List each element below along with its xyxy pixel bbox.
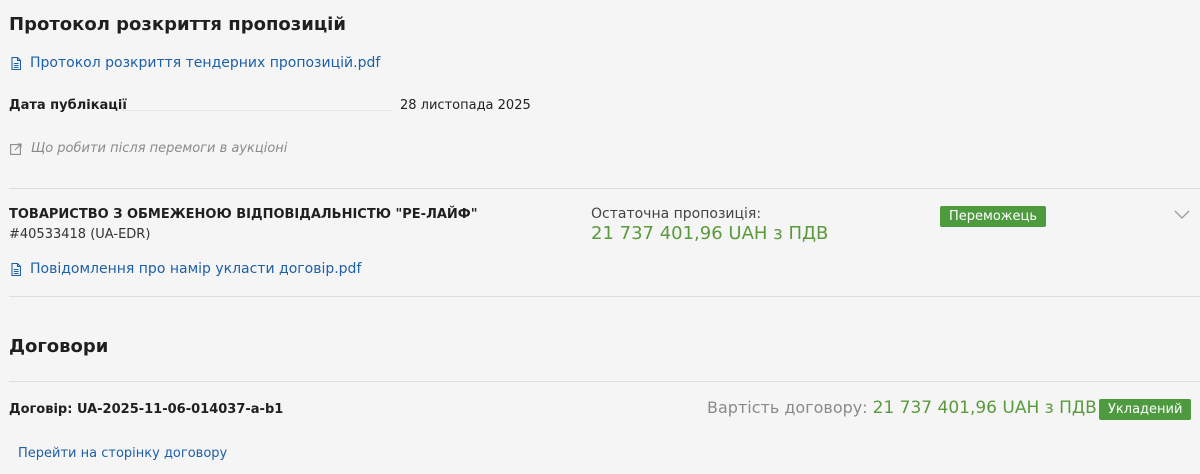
final-offer-value: 21 737 401,96 UAH з ПДВ [591, 223, 829, 244]
contract-value-row: Вартість договору: 21 737 401,96 UAH з П… [707, 398, 1097, 418]
publication-date: 28 листопада 2025 [400, 98, 531, 113]
go-to-contract-link[interactable]: Перейти на сторінку договору [18, 446, 227, 461]
contract-value-label: Вартість договору: [707, 398, 868, 417]
contracts-heading: Договори [9, 336, 109, 357]
protocol-file-link[interactable]: Протокол розкриття тендерних пропозицій.… [11, 55, 380, 71]
final-offer-label: Остаточна пропозиція: [591, 206, 762, 222]
bidder-name: ТОВАРИСТВО З ОБМЕЖЕНОЮ ВІДПОВІДАЛЬНІСТЮ … [9, 207, 478, 222]
chevron-down-icon[interactable] [1174, 205, 1190, 219]
section-divider-3 [9, 381, 1200, 382]
section-divider-1 [9, 188, 1200, 189]
bidder-edr: #40533418 (UA-EDR) [9, 227, 151, 242]
winner-badge: Переможець [940, 206, 1047, 227]
publication-label: Дата публікації [9, 98, 127, 113]
publication-dotted-divider [122, 110, 392, 111]
external-link-icon [10, 142, 22, 155]
contract-value: 21 737 401,96 UAH з ПДВ [872, 398, 1097, 418]
intent-file-link[interactable]: Повідомлення про намір укласти договір.p… [11, 261, 361, 277]
contract-title: Договір: UA-2025-11-06-014037-a-b1 [9, 402, 284, 417]
after-win-link[interactable]: Що робити після перемоги в аукціоні [10, 141, 287, 156]
contract-status-badge: Укладений [1099, 399, 1192, 420]
section-divider-2 [9, 296, 1200, 297]
protocol-file-label: Протокол розкриття тендерних пропозицій.… [30, 55, 381, 71]
after-win-label: Що робити після перемоги в аукціоні [31, 141, 288, 156]
intent-file-label: Повідомлення про намір укласти договір.p… [30, 261, 362, 277]
file-icon [11, 56, 21, 70]
file-icon [11, 262, 21, 276]
protocol-heading: Протокол розкриття пропозицій [9, 14, 346, 35]
